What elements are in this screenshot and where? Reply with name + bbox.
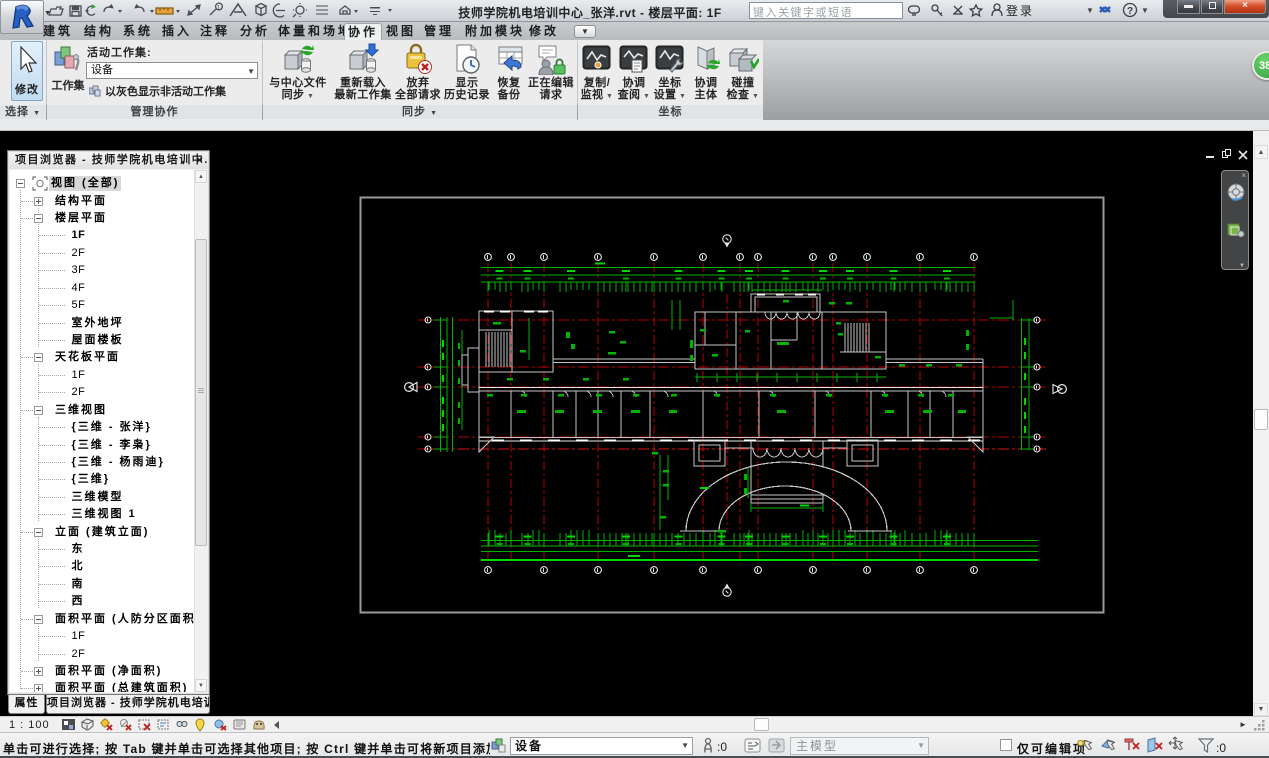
svg-text:▼: ▼ [1141, 6, 1149, 15]
svg-text:▼: ▼ [1086, 6, 1094, 15]
svg-text:1: 1 [217, 6, 221, 12]
svg-text:登录: 登录 [1006, 3, 1034, 18]
svg-text:?: ? [1127, 6, 1133, 17]
